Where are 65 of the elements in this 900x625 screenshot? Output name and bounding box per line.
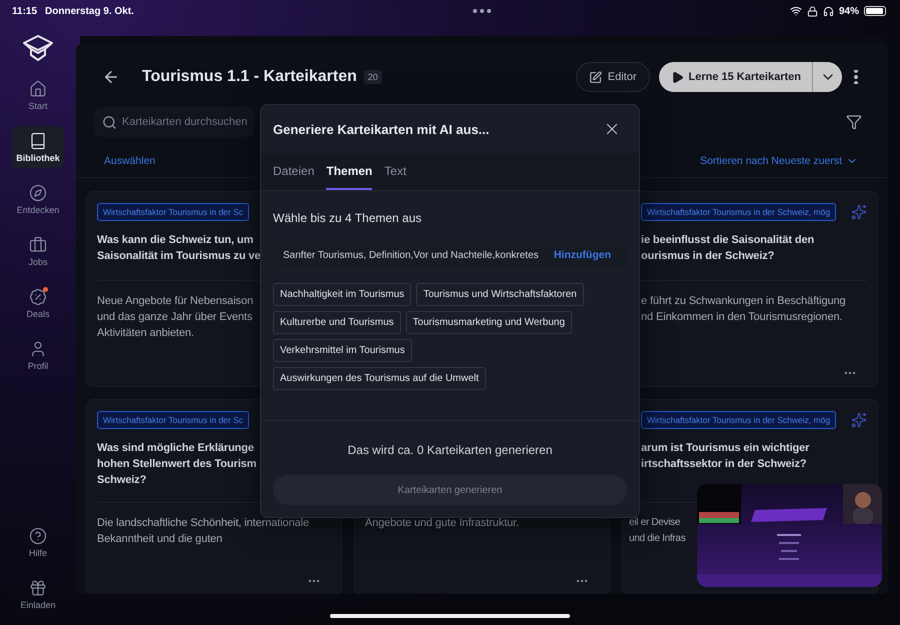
briefcase-icon: [29, 236, 47, 254]
card-answer: Die landschaftliche Schönheit, internationale Bekanntheit und die guten: [97, 516, 310, 547]
sidebar-item[interactable]: Profil: [12, 334, 64, 376]
search-icon: [102, 115, 117, 130]
page-title: Tourismus 1.1 - Karteikarten: [142, 68, 357, 86]
status-date: Donnerstag 9. Okt.: [45, 6, 134, 16]
book-icon: [29, 132, 47, 150]
battery-icon: [864, 6, 886, 16]
add-button[interactable]: Hinzufügen: [554, 249, 617, 261]
card-answer: e führt zu Schwankungen in Beschäftigung nd Einkommen in den Tourismusregionen.: [641, 294, 847, 325]
house-icon: [29, 80, 47, 98]
card-answer: eil er Devise und die Infras: [629, 516, 686, 546]
estimate-text: Das wird ca. 0 Karteikarten generieren: [348, 443, 552, 457]
tab[interactable]: Text: [384, 153, 406, 190]
multitasking-dots[interactable]: [472, 9, 491, 13]
sidebar-item[interactable]: Entdecken: [12, 178, 64, 220]
gift-icon: [29, 578, 47, 596]
card-count: 20: [364, 70, 382, 84]
topic-tag: Wirtschaftsfaktor Tourismus in der Sc: [97, 203, 250, 221]
tab[interactable]: Dateien: [273, 153, 314, 190]
tab[interactable]: Themen: [326, 153, 372, 190]
card-answer: Angebote und gute Infrastruktur.: [365, 516, 520, 531]
headphones-icon: [822, 6, 834, 16]
sidebar-item[interactable]: Bibliothek: [12, 126, 64, 168]
sidebar-item[interactable]: Deals: [12, 282, 64, 324]
lock-icon: [806, 6, 818, 16]
user-icon: [29, 340, 47, 358]
topic-chip[interactable]: Nachhaltigkeit im Tourismus: [273, 283, 412, 306]
topic-chip[interactable]: Kulturerbe und Tourismus: [273, 311, 401, 334]
battery-percent: 94%: [838, 6, 859, 16]
topic-chip[interactable]: Tourismus und Wirtschaftsfaktoren: [416, 283, 584, 306]
sidebar-item[interactable]: Start: [12, 74, 64, 116]
logo-icon[interactable]: [22, 34, 54, 62]
sidebar-item[interactable]: Jobs: [12, 230, 64, 272]
sidebar-item[interactable]: Hilfe: [12, 521, 64, 563]
card-question: Was sind mögliche Erklärunge hohen Stellenwert des Tourism Schweiz?: [97, 442, 256, 486]
percent-badge-icon: [29, 288, 47, 306]
topic-chip[interactable]: Auswirkungen des Tourismus auf die Umwelt: [273, 367, 486, 390]
edit-icon: [588, 70, 602, 84]
topic-input[interactable]: Sanfter Tourismus, Definition,Vor und Nachteile,konkretes Hinzufügen: [273, 241, 627, 269]
topic-chip[interactable]: Verkehrsmittel im Tourismus: [273, 339, 412, 362]
more-menu-button[interactable]: [854, 70, 858, 84]
sidebar-item[interactable]: Einladen: [12, 573, 64, 615]
topic-tag: Wirtschaftsfaktor Tourismus in der Schweiz, mög: [641, 203, 836, 221]
sort-link[interactable]: Sortieren nach Neueste zuerst: [700, 155, 858, 167]
card-question: ie beeinflusst die Saisonalität den ourismus in der Schweiz?: [641, 234, 814, 262]
topic-chip[interactable]: Tourismusmarketing und Werbung: [406, 311, 572, 334]
sparkle-icon[interactable]: [851, 412, 867, 428]
search-field[interactable]: Karteikarten durchsuchen: [94, 107, 254, 137]
help-icon: [29, 526, 47, 544]
topic-tag: Wirtschaftsfaktor Tourismus in der Schweiz, mög: [641, 411, 836, 429]
dialog-title: Generiere Karteikarten mit AI aus...: [273, 122, 490, 136]
card-answer: Neue Angebote für Nebensaison und das ganze Jahr über Events Aktivitäten anbieten.: [97, 294, 254, 341]
card-question: arum ist Tourismus ein wichtiger irtschaftssektor in der Schweiz?: [641, 442, 810, 470]
back-button[interactable]: [102, 68, 120, 86]
select-link[interactable]: Auswählen: [104, 155, 156, 167]
play-icon: [670, 70, 684, 84]
compass-icon: [29, 184, 47, 202]
filter-button[interactable]: [846, 114, 862, 130]
status-time: 11:15: [12, 6, 38, 16]
editor-button[interactable]: Editor: [576, 62, 650, 92]
sparkle-icon[interactable]: [851, 204, 867, 220]
more-icon: [854, 70, 858, 84]
topic-tag: Wirtschaftsfaktor Tourismus in der Sc: [97, 411, 250, 429]
card-question: Was kann die Schweiz tun, um Saisonalität im Tourismus zu ve: [97, 234, 261, 262]
